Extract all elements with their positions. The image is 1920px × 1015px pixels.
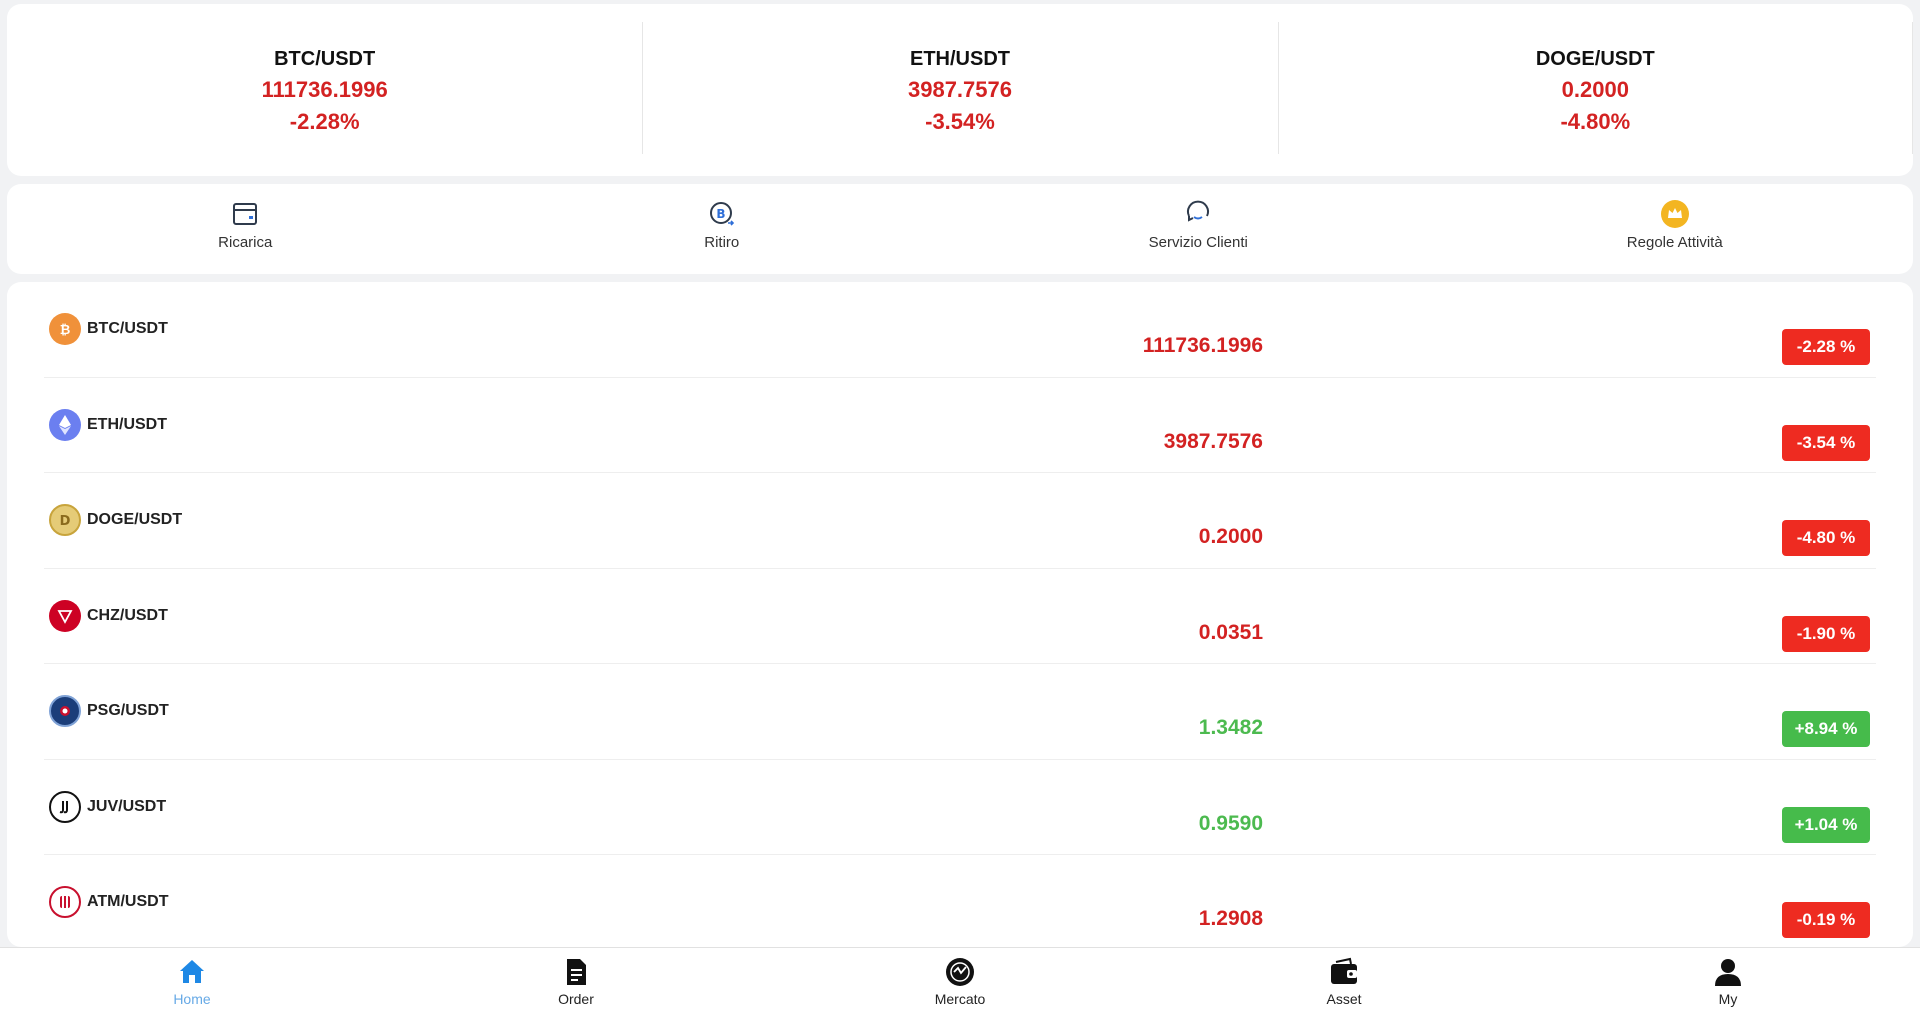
home-icon <box>180 960 204 983</box>
ticker-panel: BTC/USDT 111736.1996 -2.28% ETH/USDT 398… <box>7 4 1914 176</box>
change-badge[interactable]: -1.90 % <box>1782 615 1870 652</box>
wallet-icon <box>1331 957 1357 984</box>
market-price: 1.2908 <box>1198 907 1263 930</box>
market-pair: JUV/USDT <box>87 797 167 815</box>
ticker-btc[interactable]: BTC/USDT 111736.1996 -2.28% <box>7 4 642 176</box>
ticker-pair: BTC/USDT <box>274 48 376 70</box>
nav-order[interactable]: Order <box>384 948 768 1015</box>
chiliz-icon <box>49 599 81 632</box>
wallet-card-icon <box>233 203 258 225</box>
withdraw-button[interactable]: B Ritiro <box>484 184 961 274</box>
svg-text:D: D <box>60 514 71 529</box>
market-pair: CHZ/USDT <box>87 606 168 624</box>
customer-service-icon <box>1187 200 1210 222</box>
market-list: ₿ BTC/USDT 111736.1996 -2.28 % ETH/USDT … <box>7 282 1913 947</box>
market-icon <box>946 958 974 986</box>
user-icon <box>1715 959 1741 986</box>
market-row-doge[interactable]: D DOGE/USDT 0.2000 -4.80 % <box>44 473 1876 569</box>
change-badge[interactable]: -4.80 % <box>1782 520 1870 556</box>
market-price: 0.0351 <box>1198 620 1263 644</box>
change-badge[interactable]: +1.04 % <box>1782 806 1870 843</box>
market-pair: ATM/USDT <box>87 893 169 910</box>
nav-label: Order <box>558 991 594 1007</box>
action-label: Regole Attività <box>1626 234 1723 251</box>
ticker-price: 3987.7576 <box>907 77 1012 102</box>
change-badge[interactable]: -3.54 % <box>1782 424 1870 461</box>
nav-asset[interactable]: Asset <box>1152 948 1536 1015</box>
nav-home[interactable]: Home <box>0 948 384 1015</box>
market-row-psg[interactable]: PSG/USDT 1.3482 +8.94 % <box>44 664 1876 760</box>
change-badge[interactable]: -0.19 % <box>1782 902 1870 938</box>
market-price: 111736.1996 <box>1142 334 1263 357</box>
svg-text:B: B <box>716 207 725 221</box>
market-price: 0.9590 <box>1198 811 1263 835</box>
ticker-doge[interactable]: DOGE/USDT 0.2000 -4.80% <box>1277 4 1914 176</box>
ticker-price: 0.2000 <box>1561 77 1629 102</box>
market-pair: DOGE/USDT <box>87 511 183 528</box>
action-label: Ricarica <box>218 234 273 251</box>
market-row-chz[interactable]: CHZ/USDT 0.0351 -1.90 % <box>44 569 1876 664</box>
market-price: 0.2000 <box>1198 525 1263 548</box>
market-row-btc[interactable]: ₿ BTC/USDT 111736.1996 -2.28 % <box>44 282 1876 378</box>
ticker-change: -2.28% <box>289 109 360 134</box>
bitcoin-withdraw-icon: B <box>709 202 734 226</box>
juventus-icon <box>49 790 81 823</box>
action-label: Ritiro <box>704 234 740 251</box>
dogecoin-icon: D <box>49 504 81 537</box>
nav-label: Mercato <box>934 991 986 1007</box>
nav-label: My <box>1718 991 1738 1007</box>
nav-label: Asset <box>1326 991 1362 1007</box>
ticker-price: 111736.1996 <box>261 77 388 102</box>
change-badge[interactable]: +8.94 % <box>1782 711 1870 747</box>
ticker-pair: ETH/USDT <box>909 48 1010 70</box>
order-document-icon <box>567 959 586 985</box>
ethereum-icon <box>49 408 81 441</box>
quick-actions: Ricarica B Ritiro Servizio Clienti Regol… <box>7 184 1913 274</box>
market-pair: PSG/USDT <box>87 702 169 719</box>
activity-rules-button[interactable]: Regole Attività <box>1437 184 1914 274</box>
recharge-button[interactable]: Ricarica <box>7 184 484 274</box>
change-badge[interactable]: -2.28 % <box>1782 329 1870 365</box>
market-row-juv[interactable]: JUV/USDT 0.9590 +1.04 % <box>44 760 1876 855</box>
atletico-icon <box>49 886 81 919</box>
action-label: Servizio Clienti <box>1148 234 1248 251</box>
bottom-nav: Home Order Mercato Asset My <box>0 947 1920 1015</box>
crown-icon <box>1660 200 1689 228</box>
ticker-eth[interactable]: ETH/USDT 3987.7576 -3.54% <box>642 4 1277 176</box>
market-row-atm[interactable]: ATM/USDT 1.2908 -0.19 % <box>44 855 1876 947</box>
nav-my[interactable]: My <box>1536 948 1920 1015</box>
ticker-change: -4.80% <box>1560 109 1631 134</box>
ticker-change: -3.54% <box>925 109 995 134</box>
customer-service-button[interactable]: Servizio Clienti <box>960 184 1437 274</box>
market-price: 1.3482 <box>1198 716 1263 739</box>
ticker-pair: DOGE/USDT <box>1535 48 1655 70</box>
market-price: 3987.7576 <box>1163 429 1263 453</box>
svg-text:₿: ₿ <box>60 323 71 338</box>
psg-icon <box>49 695 81 728</box>
market-pair: ETH/USDT <box>87 415 167 433</box>
nav-mercato[interactable]: Mercato <box>768 948 1152 1015</box>
nav-label: Home <box>173 991 211 1007</box>
market-pair: BTC/USDT <box>87 320 168 337</box>
market-row-eth[interactable]: ETH/USDT 3987.7576 -3.54 % <box>44 378 1876 473</box>
bitcoin-icon: ₿ <box>49 313 81 346</box>
